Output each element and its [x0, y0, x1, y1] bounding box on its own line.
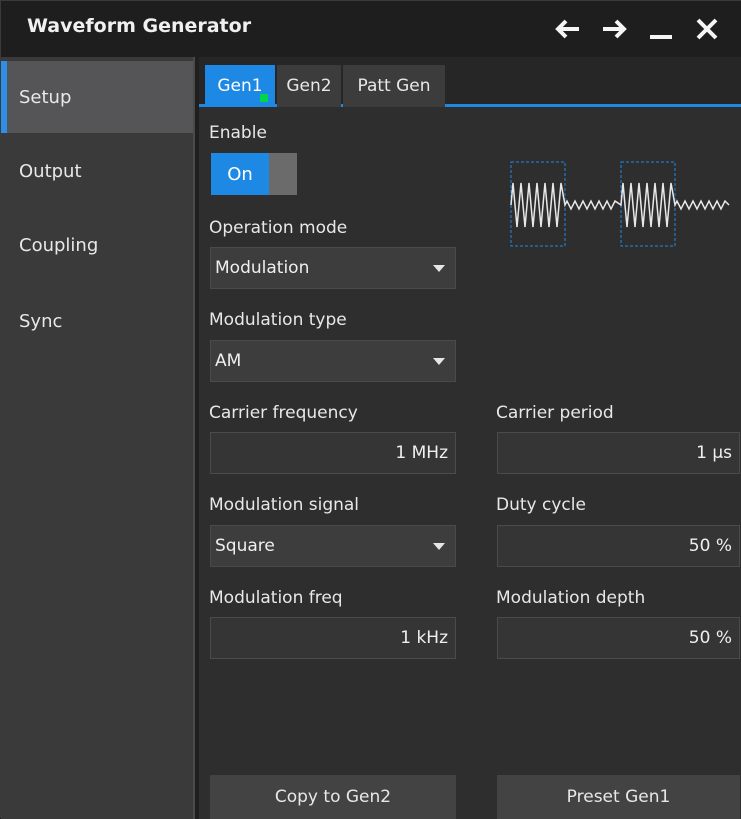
sidebar: Setup Output Coupling Sync	[1, 57, 193, 819]
tab-label: Patt Gen	[357, 76, 431, 96]
carrier-period-label: Carrier period	[496, 403, 614, 423]
arrow-left-icon[interactable]	[549, 11, 585, 47]
toggle-knob	[269, 153, 297, 195]
modulation-type-label: Modulation type	[209, 310, 347, 330]
active-indicator-icon	[260, 94, 268, 102]
modulation-freq-label: Modulation freq	[209, 588, 343, 608]
preset-gen1-button[interactable]: Preset Gen1	[497, 775, 740, 819]
am-waveform-preview-icon	[510, 161, 730, 247]
main-panel: Gen1 Gen2 Patt Gen Enable On Operation m…	[199, 57, 741, 819]
modulation-depth-field[interactable]: 50 %	[497, 617, 740, 659]
modulation-depth-label: Modulation depth	[496, 588, 646, 608]
modulation-type-select[interactable]: AM	[210, 340, 456, 382]
copy-to-gen2-button[interactable]: Copy to Gen2	[210, 775, 456, 819]
sidebar-item-coupling[interactable]: Coupling	[1, 209, 193, 281]
toggle-on-label: On	[211, 153, 269, 195]
operation-mode-label: Operation mode	[209, 218, 348, 238]
carrier-frequency-field[interactable]: 1 MHz	[210, 432, 456, 474]
tab-label: Gen2	[286, 76, 332, 96]
sidebar-item-label: Output	[19, 160, 82, 182]
tab-bar: Gen1 Gen2 Patt Gen	[199, 57, 741, 107]
chevron-down-icon	[433, 358, 445, 365]
carrier-period-field[interactable]: 1 µs	[497, 432, 740, 474]
modulation-signal-value: Square	[215, 536, 275, 556]
sidebar-item-sync[interactable]: Sync	[1, 285, 193, 357]
waveform-generator-window: Waveform Generator Setup Output Coupling…	[0, 0, 741, 819]
tab-gen1[interactable]: Gen1	[205, 65, 275, 107]
sidebar-item-label: Coupling	[19, 234, 99, 256]
modulation-freq-field[interactable]: 1 kHz	[210, 617, 456, 659]
modulation-signal-label: Modulation signal	[209, 495, 360, 515]
chevron-down-icon	[433, 265, 445, 272]
operation-mode-select[interactable]: Modulation	[210, 247, 456, 289]
window-title: Waveform Generator	[27, 15, 252, 37]
tab-label: Gen1	[217, 76, 263, 96]
chevron-down-icon	[433, 543, 445, 550]
title-bar: Waveform Generator	[1, 1, 741, 57]
duty-cycle-label: Duty cycle	[496, 495, 586, 515]
tab-gen2[interactable]: Gen2	[277, 65, 341, 107]
enable-toggle[interactable]: On	[211, 153, 297, 195]
sidebar-item-label: Sync	[19, 310, 63, 332]
arrow-right-icon[interactable]	[597, 11, 633, 47]
sidebar-item-label: Setup	[19, 86, 72, 108]
tab-patt-gen[interactable]: Patt Gen	[343, 65, 445, 107]
operation-mode-value: Modulation	[215, 258, 310, 278]
close-icon[interactable]	[689, 11, 725, 47]
carrier-frequency-label: Carrier frequency	[209, 403, 358, 423]
minimize-icon[interactable]	[643, 11, 679, 47]
enable-label: Enable	[209, 123, 267, 143]
modulation-signal-select[interactable]: Square	[210, 525, 456, 567]
duty-cycle-field[interactable]: 50 %	[497, 525, 740, 567]
sidebar-item-output[interactable]: Output	[1, 135, 193, 207]
sidebar-item-setup[interactable]: Setup	[1, 61, 193, 133]
modulation-type-value: AM	[215, 351, 242, 371]
